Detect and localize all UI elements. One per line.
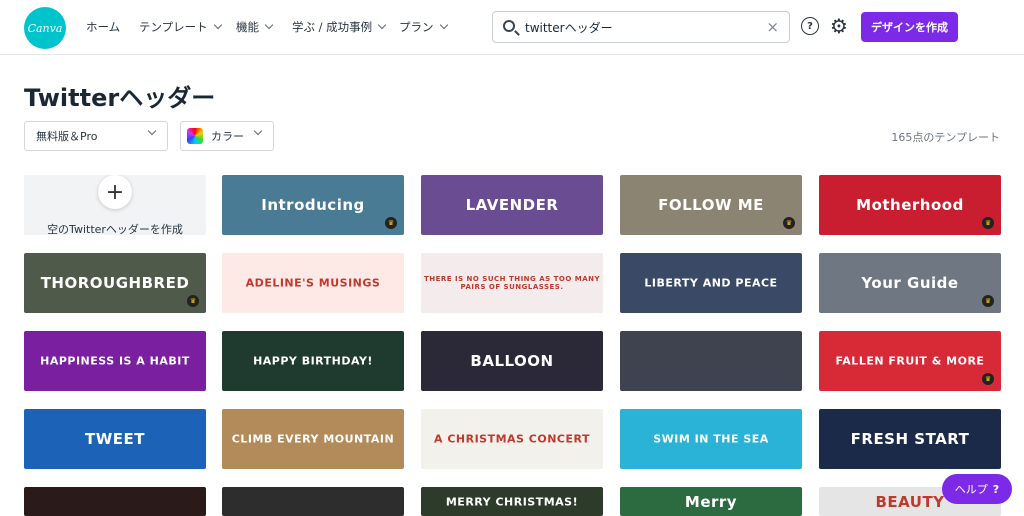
pro-crown-icon: ♛ (982, 373, 994, 385)
template-card[interactable]: TWEET (24, 409, 206, 469)
template-title: FOLLOW ME (658, 196, 764, 214)
color-filter-label: カラー (211, 130, 244, 143)
template-title: LIBERTY AND PEACE (644, 276, 778, 290)
template-count: 165点のテンプレート (891, 131, 1000, 144)
template-title: Motherhood (856, 196, 964, 214)
template-card[interactable]: HAPPINESS IS A HABIT (24, 331, 206, 391)
pro-crown-icon: ♛ (982, 295, 994, 307)
chevron-down-icon (253, 126, 263, 136)
chevron-down-icon (147, 126, 157, 136)
template-card[interactable] (222, 487, 404, 516)
nav-templates[interactable]: テンプレート (139, 19, 222, 35)
nav-plans-label: プラン (399, 20, 434, 34)
template-title: ADELINE'S MUSINGS (245, 276, 381, 290)
template-card[interactable]: THERE IS NO SUCH THING AS TOO MANY PAIRS… (421, 253, 603, 313)
template-title: CLIMB EVERY MOUNTAIN (231, 432, 395, 446)
template-card[interactable]: MERRY CHRISTMAS! (421, 487, 603, 516)
template-title: BALLOON (470, 352, 554, 370)
template-card[interactable]: Introducing ♛ (222, 175, 404, 235)
template-card[interactable]: ADELINE'S MUSINGS (222, 253, 404, 313)
template-title: THOROUGHBRED (40, 274, 190, 292)
template-title: THERE IS NO SUCH THING AS TOO MANY PAIRS… (423, 275, 601, 291)
nav-home-label: ホーム (86, 20, 121, 34)
template-card[interactable]: HAPPY BIRTHDAY! (222, 331, 404, 391)
chevron-down-icon (377, 20, 387, 30)
template-title: HAPPY BIRTHDAY! (253, 354, 373, 368)
color-filter-dropdown[interactable]: カラー (180, 121, 274, 151)
canva-logo[interactable]: Canva (24, 7, 66, 49)
template-card[interactable]: FOLLOW ME ♛ (620, 175, 802, 235)
create-blank-card[interactable]: + 空のTwitterヘッダーを作成 (24, 175, 206, 235)
pro-crown-icon: ♛ (982, 217, 994, 229)
template-title: A CHRISTMAS CONCERT (433, 432, 591, 446)
template-card[interactable]: BALLOON (421, 331, 603, 391)
nav-learn[interactable]: 学ぶ / 成功事例 (292, 19, 387, 35)
template-card[interactable]: CLIMB EVERY MOUNTAIN (222, 409, 404, 469)
template-title: HAPPINESS IS A HABIT (40, 354, 190, 368)
template-card[interactable] (24, 487, 206, 516)
nav-features[interactable]: 機能 (236, 19, 274, 35)
create-blank-label: 空のTwitterヘッダーを作成 (47, 223, 183, 235)
pro-crown-icon: ♛ (385, 217, 397, 229)
help-button[interactable]: ヘルプ ? (942, 474, 1012, 504)
nav-features-label: 機能 (236, 20, 259, 34)
license-filter-label: 無料版＆Pro (36, 130, 98, 143)
template-card[interactable]: LIBERTY AND PEACE (620, 253, 802, 313)
template-title: TWEET (84, 430, 145, 448)
template-card[interactable]: LAVENDER (421, 175, 603, 235)
nav-home[interactable]: ホーム (86, 19, 120, 35)
template-card[interactable]: FRESH START (819, 409, 1001, 469)
template-title: Introducing (261, 196, 365, 214)
template-title: SWIM IN THE SEA (653, 432, 769, 446)
template-card[interactable]: Motherhood ♛ (819, 175, 1001, 235)
color-palette-icon (187, 128, 203, 144)
chevron-down-icon (264, 20, 274, 30)
search-input[interactable]: twitterヘッダー × (492, 11, 790, 43)
template-card[interactable]: THOROUGHBRED ♛ (24, 253, 206, 313)
search-icon (503, 20, 515, 32)
nav-plans[interactable]: プラン (399, 19, 448, 35)
template-title: Your Guide (861, 274, 959, 292)
template-card[interactable] (620, 331, 802, 391)
template-title: FALLEN FRUIT & MORE (835, 354, 985, 368)
page-title: Twitterヘッダー (24, 84, 216, 112)
template-title: FRESH START (850, 430, 970, 448)
top-header: Canva ホーム テンプレート 機能 学ぶ / 成功事例 プラン twitte… (0, 0, 1024, 55)
template-card[interactable]: SWIM IN THE SEA (620, 409, 802, 469)
chevron-down-icon (439, 20, 448, 30)
template-card[interactable]: Merry (620, 487, 802, 516)
nav-learn-label: 学ぶ / 成功事例 (292, 20, 373, 34)
pro-crown-icon: ♛ (783, 217, 795, 229)
help-icon[interactable]: ? (801, 17, 819, 35)
template-title: Merry (684, 492, 738, 511)
template-title: LAVENDER (465, 196, 559, 214)
search-value: twitterヘッダー (525, 21, 613, 35)
template-card[interactable]: FALLEN FRUIT & MORE ♛ (819, 331, 1001, 391)
nav-templates-label: テンプレート (139, 20, 208, 34)
license-filter-dropdown[interactable]: 無料版＆Pro (24, 121, 168, 151)
gear-icon[interactable]: ⚙ (830, 14, 848, 38)
plus-icon: + (98, 175, 132, 209)
clear-icon[interactable]: × (766, 18, 779, 36)
template-card[interactable]: A CHRISTMAS CONCERT (421, 409, 603, 469)
template-card[interactable]: Your Guide ♛ (819, 253, 1001, 313)
pro-crown-icon: ♛ (187, 295, 199, 307)
chevron-down-icon (213, 20, 222, 30)
help-button-label: ヘルプ (954, 483, 988, 496)
template-title: MERRY CHRISTMAS! (445, 495, 579, 508)
create-design-button[interactable]: デザインを作成 (861, 12, 958, 42)
question-icon: ? (992, 482, 1000, 496)
